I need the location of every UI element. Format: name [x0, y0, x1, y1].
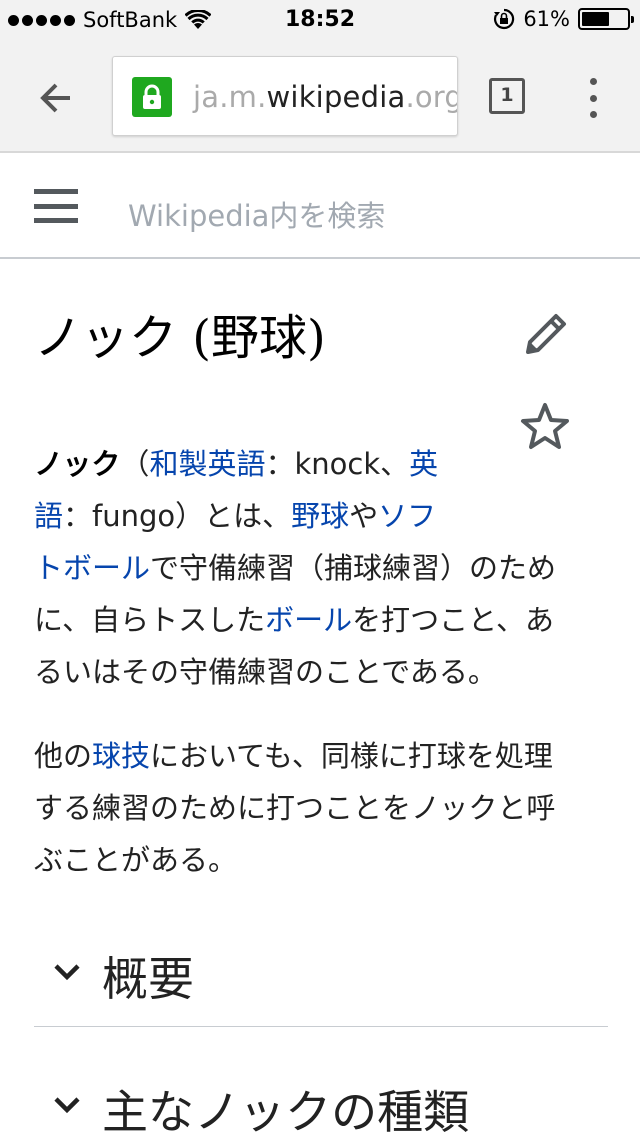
section-title: 主なノックの種類 [102, 1085, 470, 1136]
text: や [349, 499, 379, 533]
chevron-down-icon [54, 964, 80, 981]
text: においても、同様に打球を処理 [150, 739, 553, 773]
text: （ [120, 447, 150, 481]
hamburger-menu-icon[interactable] [34, 189, 78, 223]
link-softball-cont[interactable]: トボール [34, 551, 150, 585]
text: を打つこと、あ [352, 603, 554, 637]
link-eigo[interactable]: 英 [409, 447, 438, 481]
rotation-lock-icon [494, 8, 515, 30]
status-right: 61% [493, 7, 634, 31]
link-wasei-eigo[interactable]: 和製英語 [149, 447, 265, 481]
battery-percent: 61% [523, 7, 570, 31]
section-knock-types[interactable]: 主なノックの種類 [34, 1068, 608, 1136]
link-kyugi[interactable]: 球技 [92, 739, 150, 773]
line: 他の球技においても、同様に打球を処理 [34, 730, 614, 782]
line: に、自らトスしたボールを打つこと、あ [34, 594, 614, 646]
status-bar: SoftBank 18:52 61% [0, 0, 640, 40]
link-eigo-cont[interactable]: 語 [34, 499, 63, 533]
url-text: ja.m.wikipedia.org [193, 80, 458, 114]
secure-lock-icon [132, 77, 172, 117]
tab-switcher-button[interactable]: 1 [489, 78, 525, 114]
link-yakyu[interactable]: 野球 [291, 499, 349, 533]
chevron-down-icon [54, 1097, 80, 1114]
second-paragraph: 他の球技においても、同様に打球を処理 する練習のために打つことをノックと呼 ぶこ… [34, 730, 614, 886]
text: する練習のために打つことをノックと呼 [34, 791, 556, 825]
overflow-menu-icon[interactable] [582, 78, 604, 118]
text: 他の [34, 739, 93, 773]
link-softball[interactable]: ソフ [378, 499, 436, 533]
url-bar[interactable]: ja.m.wikipedia.org [112, 56, 458, 136]
text: るいはその守備練習のことである。 [34, 655, 497, 689]
link-ball[interactable]: ボール [265, 603, 352, 637]
line: トボールで守備練習（捕球練習）のため [34, 542, 614, 594]
line: する練習のために打つことをノックと呼 [34, 782, 614, 834]
edit-pencil-icon[interactable] [520, 308, 572, 360]
line: 語：fungo）とは、野球やソフ [34, 490, 614, 542]
text: で守備練習（捕球練習）のため [150, 551, 557, 585]
search-input[interactable]: Wikipedia内を検索 [128, 193, 385, 235]
section-gaiyou[interactable]: 概要 [34, 935, 608, 1027]
text: ：knock、 [265, 447, 410, 481]
battery-fill [582, 12, 609, 26]
wiki-header: Wikipedia内を検索 [0, 153, 640, 259]
line: ぶことがある。 [34, 834, 614, 886]
battery-icon [578, 8, 634, 30]
intro-paragraph: ノック（和製英語：knock、英 語：fungo）とは、野球やソフ トボールで守… [34, 438, 614, 698]
page-title: ノック (野球) [34, 310, 326, 366]
line: ノック（和製英語：knock、英 [34, 438, 614, 490]
line: るいはその守備練習のことである。 [34, 646, 614, 698]
term-bold: ノック [34, 447, 121, 481]
back-arrow-icon[interactable] [32, 74, 80, 122]
text: ：fungo）とは、 [63, 499, 292, 533]
text: ぶことがある。 [34, 843, 238, 877]
section-title: 概要 [102, 952, 194, 1006]
text: に、自らトスした [34, 603, 266, 637]
browser-toolbar: ja.m.wikipedia.org 1 [0, 40, 640, 153]
